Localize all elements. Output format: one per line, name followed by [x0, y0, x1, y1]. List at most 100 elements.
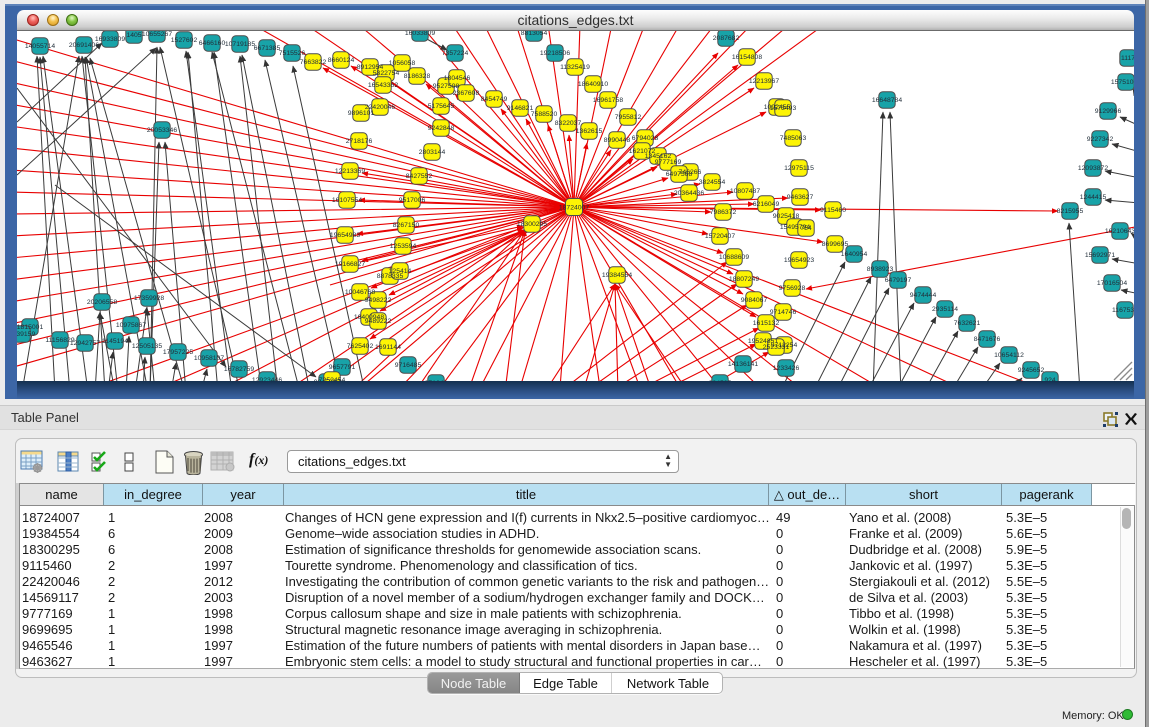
svg-text:10655267: 10655267 [142, 31, 172, 38]
svg-text:16154808: 16154808 [732, 54, 762, 61]
svg-text:8813054: 8813054 [521, 31, 548, 37]
svg-text:9498222: 9498222 [365, 297, 392, 304]
svg-text:9527508: 9527508 [433, 83, 460, 90]
svg-text:20053346: 20053346 [147, 127, 177, 134]
svg-text:12213967: 12213967 [749, 78, 779, 85]
svg-text:10975867: 10975867 [116, 322, 146, 329]
svg-text:9777169: 9777169 [655, 159, 682, 166]
svg-text:10654112: 10654112 [994, 352, 1024, 359]
svg-text:17016504: 17016504 [1097, 280, 1127, 287]
svg-text:15692971: 15692971 [1085, 252, 1115, 259]
svg-text:2523331: 2523331 [763, 344, 790, 351]
svg-text:1253594: 1253594 [390, 243, 417, 250]
svg-text:9489222: 9489222 [365, 318, 392, 325]
svg-text:9146821: 9146821 [507, 105, 534, 112]
svg-text:8454749: 8454749 [481, 96, 508, 103]
svg-text:7955812: 7955812 [615, 114, 642, 121]
svg-text:1815001: 1815001 [17, 324, 43, 331]
svg-text:16543362: 16543362 [368, 82, 398, 89]
svg-text:7252454: 7252454 [319, 377, 346, 381]
svg-text:8215955: 8215955 [1057, 208, 1084, 215]
svg-text:8471676: 8471676 [974, 336, 1001, 343]
svg-text:924505: 924505 [709, 380, 732, 381]
svg-text:19218506: 19218506 [540, 50, 570, 57]
svg-text:19166827: 19166827 [335, 261, 365, 268]
svg-text:16033809: 16033809 [405, 31, 435, 37]
svg-text:7357224: 7357224 [442, 50, 469, 57]
svg-text:9714746: 9714746 [770, 309, 797, 316]
svg-text:10046768: 10046768 [345, 289, 375, 296]
svg-text:16210643: 16210643 [1105, 228, 1134, 235]
svg-text:1362615: 1362615 [576, 128, 603, 135]
svg-text:15751074: 15751074 [1111, 79, 1134, 86]
svg-text:7986372: 7986372 [710, 209, 737, 216]
svg-text:2935114: 2935114 [932, 306, 958, 313]
svg-text:9474444: 9474444 [910, 292, 937, 299]
svg-text:16933809: 16933809 [95, 36, 125, 43]
svg-text:8990448: 8990448 [604, 137, 631, 144]
svg-text:8267150: 8267150 [393, 222, 420, 229]
svg-text:971648: 971648 [425, 380, 448, 381]
svg-text:1167533: 1167533 [1112, 307, 1134, 314]
svg-text:1527602: 1527602 [171, 37, 198, 44]
svg-text:19654983: 19654983 [330, 232, 360, 239]
svg-text:12942757: 12942757 [70, 340, 100, 347]
svg-text:6794028: 6794028 [632, 135, 659, 142]
svg-text:16961758: 16961758 [593, 97, 623, 104]
svg-text:18640910: 18640910 [578, 81, 608, 88]
svg-text:12975115: 12975115 [784, 165, 814, 172]
svg-text:14136141: 14136141 [728, 361, 758, 368]
svg-text:1056058: 1056058 [389, 60, 416, 67]
svg-text:16107554: 16107554 [332, 197, 362, 204]
svg-text:10807487: 10807487 [730, 188, 760, 195]
svg-text:2803144: 2803144 [419, 149, 446, 156]
svg-text:12093872: 12093872 [1078, 165, 1108, 172]
svg-text:6479197: 6479197 [885, 277, 912, 284]
svg-text:9756928: 9756928 [779, 285, 806, 292]
svg-text:8660124: 8660124 [328, 57, 355, 64]
svg-text:7588520: 7588520 [531, 111, 558, 118]
svg-text:17957225: 17957225 [163, 349, 193, 356]
svg-text:10719185: 10719185 [225, 41, 255, 48]
svg-text:1145194: 1145194 [102, 338, 128, 345]
svg-text:9245652: 9245652 [1018, 367, 1045, 374]
svg-text:1573493: 1573493 [770, 105, 797, 112]
svg-text:9657791: 9657791 [329, 364, 356, 371]
svg-text:9129966: 9129966 [1095, 108, 1122, 115]
svg-text:8427552: 8427552 [406, 173, 433, 180]
svg-text:17359928: 17359928 [134, 295, 164, 302]
svg-text:6216049: 6216049 [753, 201, 780, 208]
svg-text:1405: 1405 [126, 32, 141, 39]
svg-text:8186328: 8186328 [404, 73, 431, 80]
svg-text:1244415: 1244415 [1080, 194, 1107, 201]
svg-text:9896101: 9896101 [348, 110, 375, 117]
svg-text:7515526: 7515526 [279, 50, 306, 57]
svg-text:7625402: 7625402 [347, 343, 374, 350]
svg-text:20364436: 20364436 [674, 190, 704, 197]
svg-text:11325419: 11325419 [560, 64, 590, 71]
svg-text:9084067: 9084067 [741, 297, 768, 304]
svg-text:8322037: 8322037 [555, 120, 582, 127]
svg-text:754: 754 [800, 225, 812, 232]
svg-text:9115460: 9115460 [820, 207, 846, 214]
svg-text:16782759: 16782759 [224, 366, 254, 373]
svg-text:16648784: 16648784 [872, 97, 902, 104]
svg-text:8938923: 8938923 [867, 266, 894, 273]
svg-text:1804546: 1804546 [444, 75, 471, 82]
svg-text:18807249: 18807249 [729, 276, 759, 283]
svg-text:8699695: 8699695 [822, 241, 849, 248]
svg-text:1615132: 1615132 [753, 320, 780, 327]
svg-text:10688609: 10688609 [719, 254, 749, 261]
svg-text:5175645: 5175645 [428, 103, 455, 110]
svg-text:12923446: 12923446 [252, 377, 282, 381]
svg-text:1640954: 1640954 [841, 251, 868, 258]
svg-text:9025418: 9025418 [773, 213, 800, 220]
svg-text:7485063: 7485063 [780, 135, 807, 142]
svg-text:1233426: 1233426 [773, 365, 800, 372]
svg-text:7632621: 7632621 [954, 320, 981, 327]
svg-text:19654923: 19654923 [784, 257, 814, 264]
svg-text:9242848: 9242848 [428, 125, 455, 132]
svg-text:20206558: 20206558 [87, 299, 117, 306]
svg-text:1117: 1117 [1121, 55, 1134, 62]
svg-text:15720407: 15720407 [705, 233, 735, 240]
